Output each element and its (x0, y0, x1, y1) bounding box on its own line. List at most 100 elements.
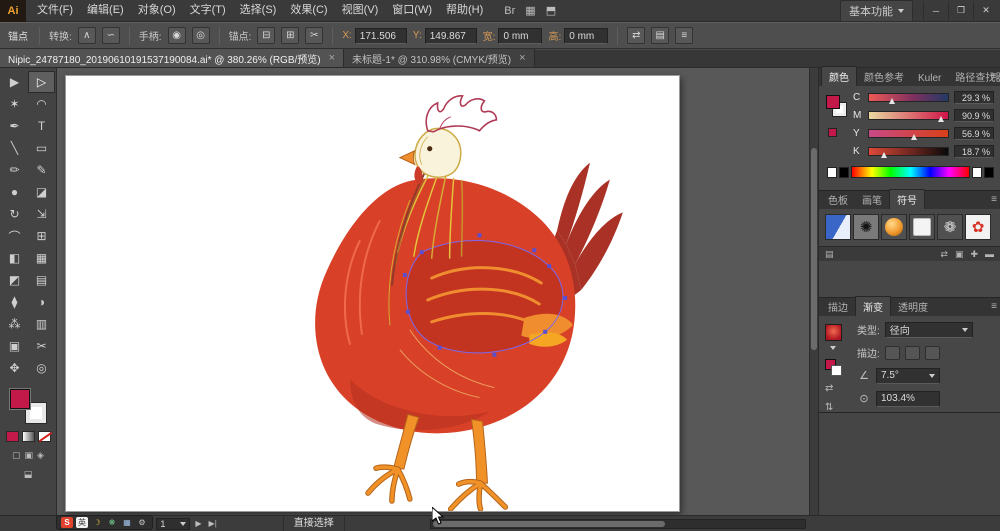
convert-to-smooth-button[interactable]: ∽ (102, 27, 120, 44)
direct-selection-tool[interactable]: ▷ (28, 71, 55, 93)
horizontal-scrollbar-thumb[interactable] (433, 521, 665, 527)
swap-symbol-icon[interactable]: ⇄ (940, 249, 948, 260)
out-of-gamut-icon[interactable] (828, 128, 837, 137)
arrange-documents-icon[interactable]: ▦ (525, 0, 535, 22)
draw-inside-icon[interactable]: ◈ (37, 450, 44, 461)
hide-handles-button[interactable]: ◎ (192, 27, 210, 44)
artboard-number-dropdown[interactable]: 1 (156, 518, 190, 530)
fill-proxy-swatch[interactable] (826, 95, 840, 109)
panel-menu-icon[interactable]: ≡ (991, 301, 997, 312)
stroke-gradient-along-button[interactable] (905, 346, 920, 360)
symbol-gray-rosette[interactable]: ❁ (937, 214, 963, 240)
align-icon[interactable]: ▤ (651, 27, 669, 44)
control-panel-menu-icon[interactable]: ≡ (675, 27, 693, 44)
convert-to-corner-button[interactable]: ∧ (78, 27, 96, 44)
gradient-fill-button[interactable] (22, 431, 35, 442)
blend-tool[interactable]: ◑ (28, 291, 55, 313)
white-endcap-swatch[interactable] (972, 167, 982, 178)
flip-gradient-icon[interactable]: ⇅ (825, 402, 851, 413)
symbol-red-flower[interactable]: ✿ (965, 214, 991, 240)
gradient-tool[interactable]: ▤ (28, 269, 55, 291)
vertical-scrollbar-thumb[interactable] (811, 148, 817, 349)
magic-wand-tool[interactable]: ✶ (1, 93, 28, 115)
add-anchor-button[interactable]: ⊞ (281, 27, 299, 44)
transform-icon[interactable]: ⇄ (627, 27, 645, 44)
tab-color-guide[interactable]: 颜色参考 (857, 67, 911, 86)
color-fill-button[interactable] (6, 431, 19, 442)
menu-window[interactable]: 窗口(W) (385, 0, 439, 21)
artboard[interactable] (65, 75, 680, 512)
menu-edit[interactable]: 编辑(E) (80, 0, 131, 21)
blob-brush-tool[interactable]: ● (1, 181, 28, 203)
x-value-input[interactable]: 171.506 (355, 28, 407, 44)
lasso-tool[interactable]: ◠ (28, 93, 55, 115)
menu-help[interactable]: 帮助(H) (439, 0, 490, 21)
hand-tool[interactable]: ✥ (1, 357, 28, 379)
gradient-type-dropdown[interactable]: 径向 (885, 322, 973, 338)
stroke-gradient-across-button[interactable] (925, 346, 940, 360)
cut-path-button[interactable]: ✂ (305, 27, 323, 44)
gradient-fill-swatch[interactable] (825, 324, 842, 341)
bridge-icon[interactable]: Br (504, 0, 515, 22)
free-transform-tool[interactable]: ⊞ (28, 225, 55, 247)
draw-behind-icon[interactable]: ▣ (25, 450, 34, 461)
reverse-gradient-icon[interactable]: ⇄ (825, 383, 851, 394)
eraser-tool[interactable]: ◪ (28, 181, 55, 203)
menu-type[interactable]: 文字(T) (183, 0, 233, 21)
close-button[interactable]: ✕ (973, 2, 998, 20)
menu-view[interactable]: 视图(V) (335, 0, 386, 21)
scale-tool[interactable]: ⇲ (28, 203, 55, 225)
yellow-slider[interactable] (868, 129, 949, 138)
magenta-slider[interactable] (868, 111, 949, 120)
mesh-tool[interactable]: ◩ (1, 269, 28, 291)
tab-symbols[interactable]: 符号 (889, 189, 925, 209)
eyedropper-tool[interactable]: ⧫ (1, 291, 28, 313)
color-spectrum-bar[interactable] (851, 166, 970, 178)
chevron-down-icon[interactable] (830, 346, 836, 350)
symbol-sprayer-tool[interactable]: ⁂ (1, 313, 28, 335)
gradient-angle-input[interactable]: 7.5° (876, 368, 940, 384)
height-value-input[interactable]: 0 mm (564, 28, 608, 44)
stroke-gradient-within-button[interactable] (885, 346, 900, 360)
cyan-slider[interactable] (868, 93, 949, 102)
vertical-scrollbar[interactable] (809, 68, 818, 515)
zoom-tool[interactable]: ◎ (28, 357, 55, 379)
app-logo-icon[interactable]: Ai (0, 0, 26, 22)
symbol-library-icon[interactable]: ▤ (825, 249, 834, 260)
new-symbol-icon[interactable]: ✚ (970, 249, 978, 260)
shape-builder-tool[interactable]: ◧ (1, 247, 28, 269)
draw-normal-icon[interactable]: ▢ (12, 450, 21, 461)
gradient-stroke-proxy[interactable] (831, 365, 842, 376)
y-value-input[interactable]: 149.867 (425, 28, 477, 44)
tab-kuler[interactable]: Kuler (911, 71, 948, 86)
slice-tool[interactable]: ✂ (28, 335, 55, 357)
tab-transparency[interactable]: 透明度 (891, 297, 935, 316)
fill-stroke-indicator[interactable] (8, 387, 48, 425)
slider-thumb[interactable] (889, 98, 895, 104)
ime-skin-icon[interactable]: ❋ (106, 517, 118, 528)
black-slider[interactable] (868, 147, 949, 156)
screen-mode-button[interactable]: ⬓ (24, 469, 33, 480)
tab-gradient[interactable]: 渐变 (855, 296, 891, 316)
tab-brushes[interactable]: 画笔 (855, 190, 889, 209)
type-tool[interactable]: T (28, 115, 55, 137)
yellow-value-input[interactable]: 56.9 % (954, 127, 994, 140)
symbol-ink-splat[interactable]: ✺ (853, 214, 879, 240)
menu-object[interactable]: 对象(O) (131, 0, 183, 21)
horizontal-scrollbar[interactable] (430, 519, 806, 529)
menu-effect[interactable]: 效果(C) (283, 0, 334, 21)
rectangle-tool[interactable]: ▭ (28, 137, 55, 159)
width-tool[interactable]: ⌒ (1, 225, 28, 247)
close-icon[interactable]: × (329, 52, 335, 64)
ime-fullhalf-icon[interactable]: ☽ (91, 517, 103, 528)
slider-thumb[interactable] (938, 116, 944, 122)
gradient-proxy[interactable] (825, 359, 845, 377)
ime-settings-icon[interactable]: ⚙ (136, 517, 148, 528)
width-value-input[interactable]: 0 mm (498, 28, 542, 44)
pencil-tool[interactable]: ✎ (28, 159, 55, 181)
ime-language-toggle[interactable]: 英 (76, 517, 88, 528)
pen-tool[interactable]: ✒ (1, 115, 28, 137)
paintbrush-tool[interactable]: ✏ (1, 159, 28, 181)
black-endcap-swatch[interactable] (984, 167, 994, 178)
place-symbol-icon[interactable]: ▣ (955, 249, 964, 260)
